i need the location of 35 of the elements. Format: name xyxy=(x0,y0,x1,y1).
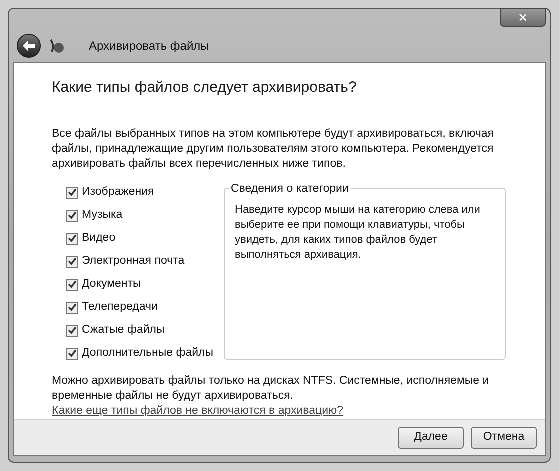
category-checkbox[interactable]: Сжатые файлы xyxy=(66,322,224,339)
category-info-text: Наведите курсор мыши на категорию слева или выберите ее при помощи клавиатуры, чтобы увидеть, для каких типов файлов будет выполняться архивация. xyxy=(235,203,482,263)
checkmark-icon xyxy=(68,303,76,312)
note-text: Можно архивировать файлы только на дисках NTFS. Системные, исполняемые и временные файлы не будут архивироваться. Какие еще типы файлов не включаются в архивацию? xyxy=(52,374,490,419)
checkmark-icon xyxy=(68,257,76,266)
checkbox[interactable] xyxy=(66,348,78,360)
close-button[interactable]: ✕ xyxy=(500,8,546,27)
category-checkbox[interactable]: Изображения xyxy=(66,184,224,201)
checkmark-icon xyxy=(68,188,76,197)
checkbox[interactable] xyxy=(66,210,78,222)
checkmark-icon xyxy=(68,234,76,243)
window-title: Архивировать файлы xyxy=(89,38,210,55)
dialog-button[interactable]: Отмена xyxy=(471,426,537,448)
checkmark-icon xyxy=(68,349,76,358)
checkbox[interactable] xyxy=(66,324,78,336)
category-checkbox[interactable]: Видео xyxy=(66,230,224,247)
category-checkbox[interactable]: Телепередачи xyxy=(66,299,224,316)
category-checkbox[interactable]: Документы xyxy=(66,276,224,293)
checkbox[interactable] xyxy=(66,186,78,198)
category-checkbox[interactable]: Музыка xyxy=(66,207,224,224)
dialog-button[interactable]: Далее xyxy=(398,426,464,448)
intro-text: Все файлы выбранных типов на этом компьютере будут архивироваться, включая файлы, принадлежащие другим пользователям этого компьютера. Рекомендуется архивировать файлы всех перечисленных ниже типов. xyxy=(52,127,496,172)
category-checkbox[interactable]: Дополнительные файлы xyxy=(66,345,224,362)
excluded-types-link[interactable]: Какие еще типы файлов не включаются в архивацию? xyxy=(52,405,344,417)
back-button[interactable] xyxy=(17,34,41,58)
checkmark-icon xyxy=(68,326,76,335)
checkbox[interactable] xyxy=(66,232,78,244)
checkbox[interactable] xyxy=(66,278,78,290)
page-heading: Какие типы файлов следует архивировать? xyxy=(52,78,358,98)
checkmark-icon xyxy=(68,280,76,289)
checkmark-icon xyxy=(68,211,76,220)
category-checkbox[interactable]: Электронная почта xyxy=(66,253,224,270)
checkbox[interactable] xyxy=(66,256,78,268)
back-arrow-icon xyxy=(23,40,35,51)
checkbox[interactable] xyxy=(66,302,78,314)
